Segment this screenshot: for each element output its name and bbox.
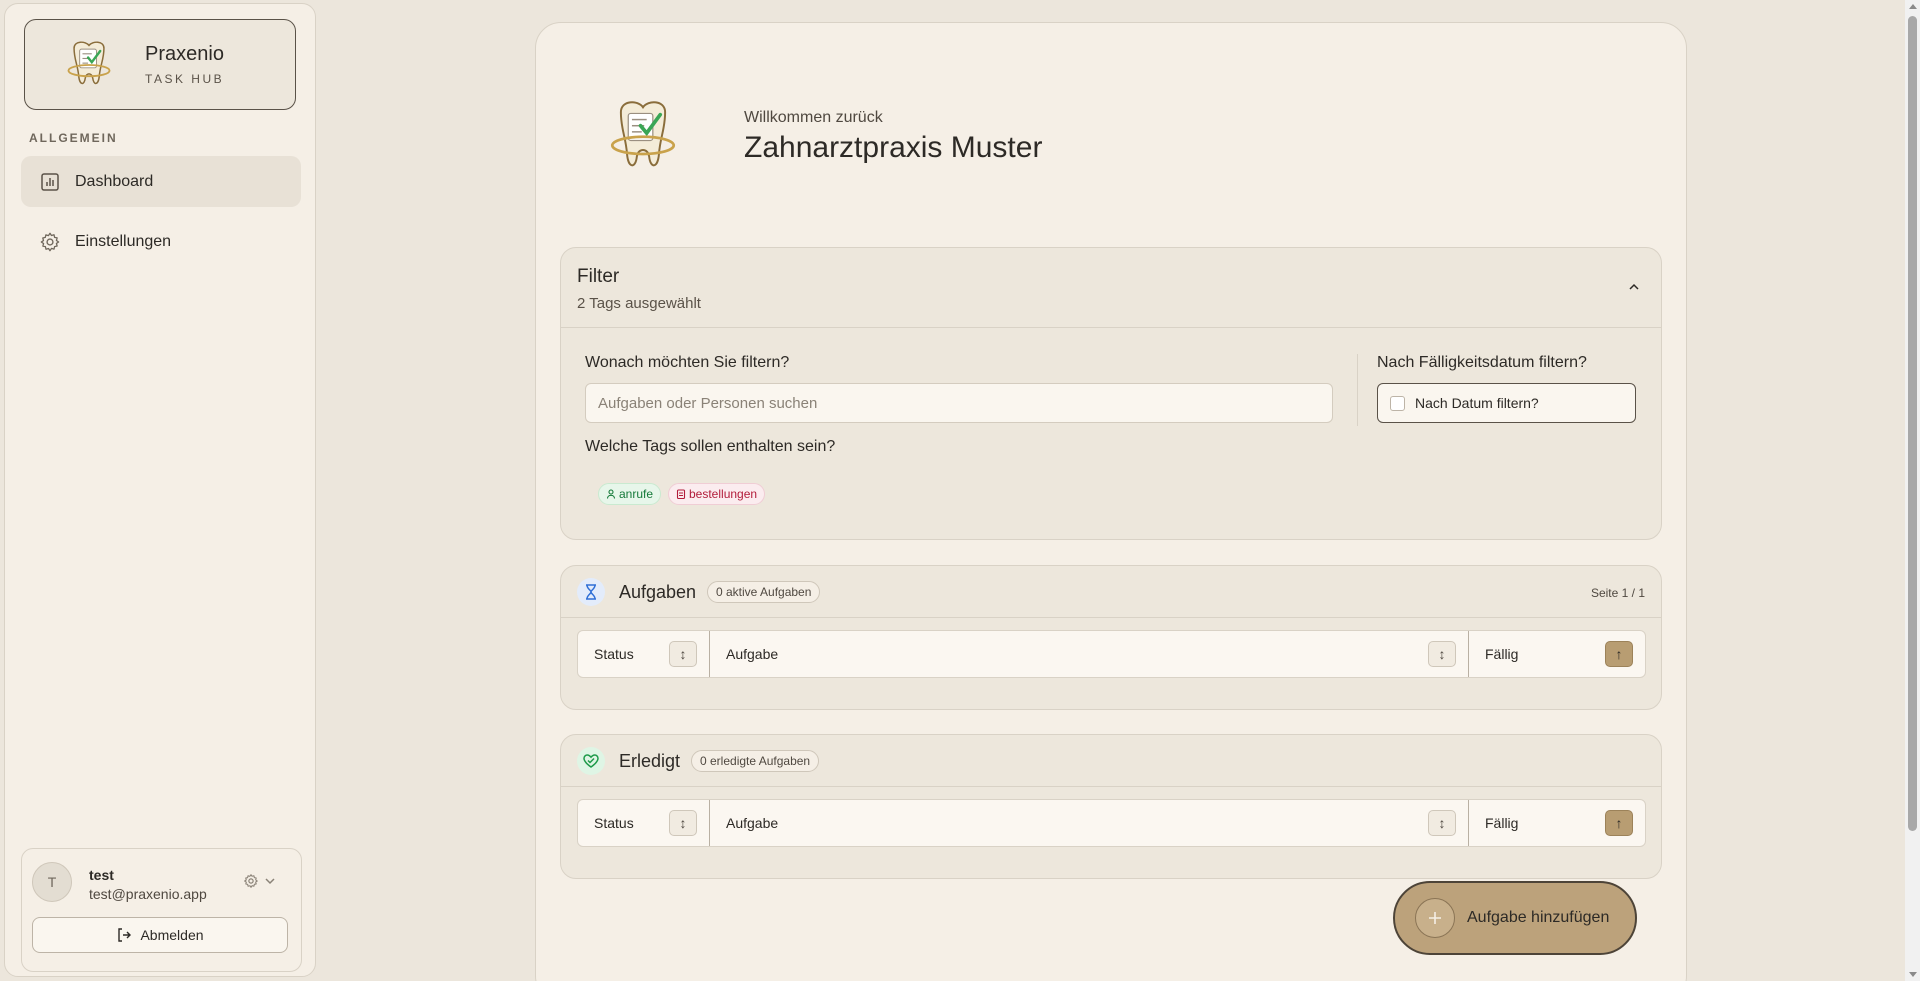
search-label: Wonach möchten Sie filtern? [585, 354, 790, 371]
logout-label: Abmelden [140, 927, 204, 943]
chevron-down-icon [265, 878, 275, 885]
column-label: Status [594, 815, 634, 831]
column-label: Fällig [1485, 646, 1519, 662]
chevron-up-icon [1629, 283, 1639, 290]
filter-panel: Filter 2 Tags ausgewählt Wonach möchten … [560, 247, 1662, 540]
heart-check-icon [577, 747, 605, 775]
divider [1357, 354, 1358, 426]
tooth-logo-icon [610, 101, 676, 167]
column-task: Aufgabe ↕ [710, 631, 1469, 677]
logout-button[interactable]: Abmelden [32, 917, 288, 953]
tag-label: bestellungen [689, 487, 758, 501]
filter-toggle[interactable]: Filter 2 Tags ausgewählt [561, 248, 1661, 328]
date-filter-checkbox[interactable]: Nach Datum filtern? [1377, 383, 1636, 423]
user-menu-button[interactable] [243, 873, 276, 889]
gear-icon [39, 231, 61, 253]
main-content: Willkommen zurück Zahnarztpraxis Muster … [535, 22, 1687, 981]
sidebar-item-label: Einstellungen [75, 232, 172, 250]
logout-icon [118, 928, 132, 942]
tooth-logo-icon [67, 41, 111, 84]
tasks-table-header: Status ↕ Aufgabe ↕ Fällig ↑ [577, 630, 1646, 678]
add-task-button[interactable]: Aufgabe hinzufügen [1393, 881, 1637, 955]
sort-status-button[interactable]: ↕ [669, 810, 697, 836]
brand-subtitle: TASK HUB [145, 72, 225, 86]
sort-status-button[interactable]: ↕ [669, 641, 697, 667]
sidebar-item-settings[interactable]: Einstellungen [21, 216, 301, 267]
scrollbar-thumb[interactable] [1908, 16, 1917, 831]
hourglass-icon [577, 578, 605, 606]
plus-icon [1415, 898, 1455, 938]
done-table-header: Status ↕ Aufgabe ↕ Fällig ↑ [577, 799, 1646, 847]
date-filter-label: Nach Fälligkeitsdatum filtern? [1377, 354, 1587, 371]
scrollbar[interactable] [1905, 0, 1920, 981]
sort-task-button[interactable]: ↕ [1428, 810, 1456, 836]
brand-name: Praxenio [145, 43, 224, 65]
user-icon [606, 489, 616, 499]
tasks-title: Aufgaben [619, 582, 697, 602]
column-due: Fällig ↑ [1469, 800, 1645, 846]
column-status: Status ↕ [578, 800, 710, 846]
tag-anrufe[interactable]: anrufe [598, 483, 662, 505]
sort-due-button[interactable]: ↑ [1605, 810, 1633, 836]
bar-chart-icon [39, 171, 61, 193]
user-name: test [89, 867, 114, 883]
sort-task-button[interactable]: ↕ [1428, 641, 1456, 667]
column-label: Fällig [1485, 815, 1519, 831]
add-task-label: Aufgabe hinzufügen [1467, 909, 1610, 926]
done-panel: Erledigt 0 erledigte Aufgaben Status ↕ A… [560, 734, 1662, 879]
sort-due-button[interactable]: ↑ [1605, 641, 1633, 667]
tags-label: Welche Tags sollen enthalten sein? [585, 438, 836, 455]
welcome-text: Willkommen zurück [744, 109, 883, 126]
sidebar: Praxenio TASK HUB ALLGEMEIN Dashboard Ei… [4, 3, 316, 977]
sidebar-item-label: Dashboard [75, 172, 154, 190]
tasks-header: Aufgaben 0 aktive Aufgaben Seite 1 / 1 [561, 566, 1661, 618]
scroll-up-icon[interactable] [1909, 4, 1917, 9]
user-email: test@praxenio.app [89, 886, 207, 902]
gear-icon [244, 874, 258, 888]
column-due: Fällig ↑ [1469, 631, 1645, 677]
clipboard-icon [676, 489, 686, 499]
user-card: T test test@praxenio.app Abmelden [21, 848, 302, 972]
section-label: ALLGEMEIN [29, 131, 118, 145]
tasks-panel: Aufgaben 0 aktive Aufgaben Seite 1 / 1 S… [560, 565, 1662, 710]
tag-label: anrufe [619, 487, 654, 501]
filter-title: Filter [577, 266, 620, 287]
page-title: Zahnarztpraxis Muster [744, 131, 1043, 164]
column-label: Status [594, 646, 634, 662]
column-task: Aufgabe ↕ [710, 800, 1469, 846]
column-label: Aufgabe [726, 646, 779, 662]
done-count-badge: 0 erledigte Aufgaben [691, 750, 820, 772]
column-status: Status ↕ [578, 631, 710, 677]
done-header: Erledigt 0 erledigte Aufgaben [561, 735, 1661, 787]
avatar: T [32, 862, 72, 902]
date-filter-checkbox-label: Nach Datum filtern? [1415, 395, 1539, 411]
tag-bestellungen[interactable]: bestellungen [668, 483, 766, 505]
done-title: Erledigt [619, 751, 681, 771]
filter-subtitle: 2 Tags ausgewählt [577, 295, 701, 312]
search-input[interactable] [585, 383, 1333, 423]
sidebar-item-dashboard[interactable]: Dashboard [21, 156, 301, 207]
page-indicator: Seite 1 / 1 [1590, 586, 1645, 600]
brand-card[interactable]: Praxenio TASK HUB [24, 19, 296, 110]
checkbox[interactable] [1390, 395, 1405, 411]
column-label: Aufgabe [726, 815, 779, 831]
active-count-badge: 0 aktive Aufgaben [707, 581, 821, 603]
scroll-down-icon[interactable] [1909, 972, 1917, 977]
